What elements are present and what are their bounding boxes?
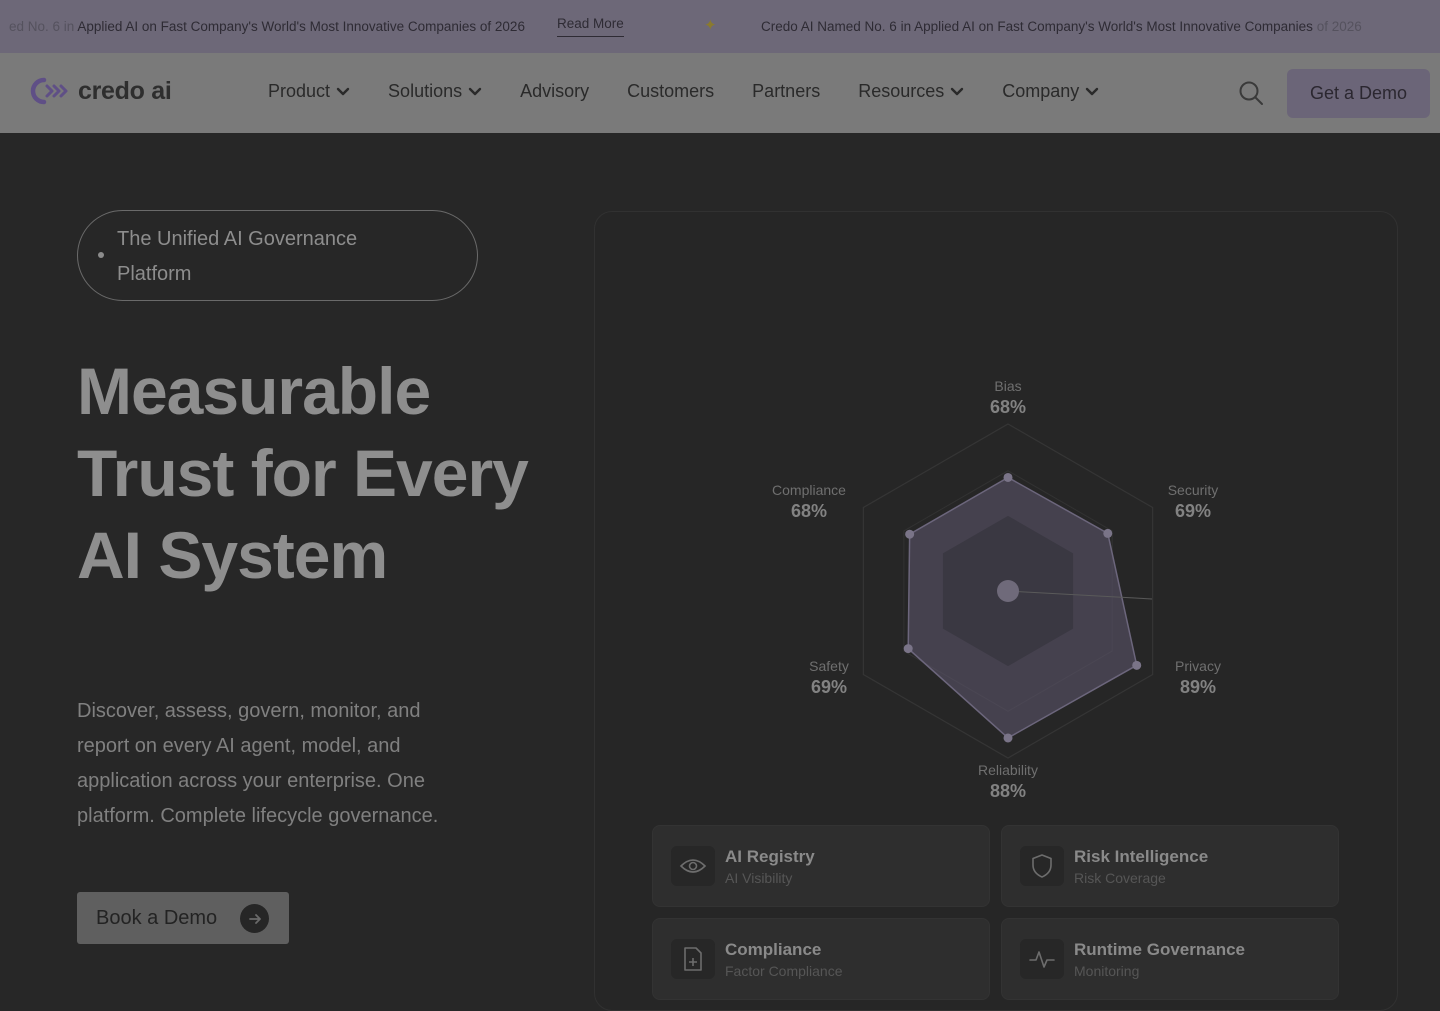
radar-label-value: 89% xyxy=(1179,677,1217,697)
nav-item-label: Partners xyxy=(752,81,821,101)
card-risk-intelligence[interactable]: Risk Intelligence Risk Coverage xyxy=(1001,825,1339,907)
card-title: Runtime Governance xyxy=(1074,940,1245,959)
search-button[interactable] xyxy=(1238,80,1264,111)
nav-links: Product Solutions Advisory Customers Par… xyxy=(268,81,1137,102)
shield-icon xyxy=(1020,846,1064,886)
radar-label-value: 69% xyxy=(1174,501,1212,521)
radar-label-value: 68% xyxy=(790,501,828,521)
nav-item-product[interactable]: Product xyxy=(268,81,350,102)
radar-label-value: 68% xyxy=(989,397,1027,417)
nav-item-label: Resources xyxy=(858,81,945,101)
book-demo-label-part2: Demo xyxy=(163,906,218,929)
radar-label-reliability: Reliability 88% xyxy=(948,762,1068,802)
radar-label-value: 88% xyxy=(989,781,1027,801)
nav-item-label: Solutions xyxy=(388,81,463,101)
radar-label-text: Reliability xyxy=(978,762,1038,778)
radar-label-safety: Safety 69% xyxy=(769,658,889,698)
announcement-text-repeat-fade: of 2026 xyxy=(1316,19,1362,34)
radar-label-text: Safety xyxy=(809,658,849,674)
nav-item-label: Advisory xyxy=(520,81,590,101)
radar-label-text: Compliance xyxy=(772,482,846,498)
book-demo-label: Book a Demo xyxy=(96,907,217,930)
radar-chart xyxy=(862,423,1154,759)
card-ai-registry[interactable]: AI Registry AI Visibility xyxy=(652,825,990,907)
nav-item-advisory[interactable]: Advisory xyxy=(520,81,589,102)
hero-subcopy: Discover, assess, govern, monitor, and r… xyxy=(77,700,439,827)
get-demo-button[interactable]: Get a Demo xyxy=(1287,69,1430,118)
eye-icon xyxy=(671,846,715,886)
search-icon xyxy=(1239,81,1263,105)
card-compliance[interactable]: Compliance Factor Compliance xyxy=(652,918,990,1000)
chevron-down-icon xyxy=(951,87,964,95)
logo-text: credo ai xyxy=(78,76,172,105)
card-subtitle: Factor Compliance xyxy=(725,963,843,979)
radar-label-compliance: Compliance 68% xyxy=(749,482,869,522)
chevron-down-icon xyxy=(468,87,482,95)
hero-headline: Measurable Trust for Every AI System xyxy=(77,354,529,592)
card-title: Compliance xyxy=(725,940,822,959)
card-runtime-governance[interactable]: Runtime Governance Monitoring xyxy=(1001,918,1339,1000)
nav-item-label: Customers xyxy=(627,81,715,101)
radar-label-value: 69% xyxy=(810,677,848,697)
book-demo-button[interactable]: Book a Demo xyxy=(77,892,289,944)
nav-item-resources[interactable]: Resources xyxy=(858,81,964,102)
announcement-text-main: Applied AI on Fast Company's World's Mos… xyxy=(77,19,525,34)
nav-item-partners[interactable]: Partners xyxy=(752,81,820,102)
nav-item-customers[interactable]: Customers xyxy=(627,81,714,102)
read-more-link[interactable]: Read More xyxy=(557,16,624,37)
card-title: AI Registry xyxy=(725,847,815,866)
platform-pill: The Unified AI Governance Platform xyxy=(77,210,478,301)
radar-point-safety xyxy=(903,644,913,654)
nav-item-solutions[interactable]: Solutions xyxy=(388,81,482,102)
sparkle-icon: ✦ xyxy=(704,17,717,34)
radar-point-compliance xyxy=(905,529,915,539)
chevron-down-icon xyxy=(336,87,350,95)
radar-label-text: Security xyxy=(1167,482,1219,498)
card-subtitle: Risk Coverage xyxy=(1074,870,1166,886)
arrow-right-icon xyxy=(240,904,269,933)
nav-item-label: Company xyxy=(1002,81,1080,101)
radar-center-dot xyxy=(997,580,1019,602)
nav-item-company[interactable]: Company xyxy=(1002,81,1099,102)
announcement-text-repeat: Credo AI Named No. 6 in Applied AI on Fa… xyxy=(761,19,1362,34)
radar-label-privacy: Privacy 89% xyxy=(1138,658,1258,698)
radar-point-bias xyxy=(1003,472,1013,482)
radar-label-text: Bias xyxy=(994,378,1022,394)
radar-point-reliability xyxy=(1003,733,1013,743)
nav-item-label: Product xyxy=(268,81,331,101)
card-subtitle: AI Visibility xyxy=(725,870,793,886)
announcement-bar: ed No. 6 in Applied AI on Fast Company's… xyxy=(0,0,1440,53)
card-title: Risk Intelligence xyxy=(1074,847,1209,866)
document-plus-icon xyxy=(671,939,715,979)
announcement-text-repeat-main: Credo AI Named No. 6 in Applied AI on Fa… xyxy=(761,19,1317,34)
card-subtitle: Monitoring xyxy=(1074,963,1140,979)
logo-mark-icon xyxy=(30,77,68,105)
chevron-down-icon xyxy=(1086,87,1099,95)
logo[interactable]: credo ai xyxy=(28,75,172,107)
pill-text: The Unified AI Governance Platform xyxy=(117,228,358,285)
radar-point-security xyxy=(1103,528,1113,538)
book-demo-label-part1: Book a xyxy=(96,906,159,929)
radar-label-bias: Bias 68% xyxy=(948,378,1068,418)
radar-label-text: Privacy xyxy=(1175,658,1221,674)
pill-dot xyxy=(98,252,104,258)
activity-icon xyxy=(1020,939,1064,979)
radar-label-security: Security 69% xyxy=(1133,482,1253,522)
radar-chart-layer xyxy=(862,423,1154,759)
announcement-text-fade: ed No. 6 in xyxy=(9,19,78,34)
announcement-text: ed No. 6 in Applied AI on Fast Company's… xyxy=(9,19,525,34)
main-nav: credo ai Product Solutions Advisory Cust… xyxy=(0,53,1440,133)
